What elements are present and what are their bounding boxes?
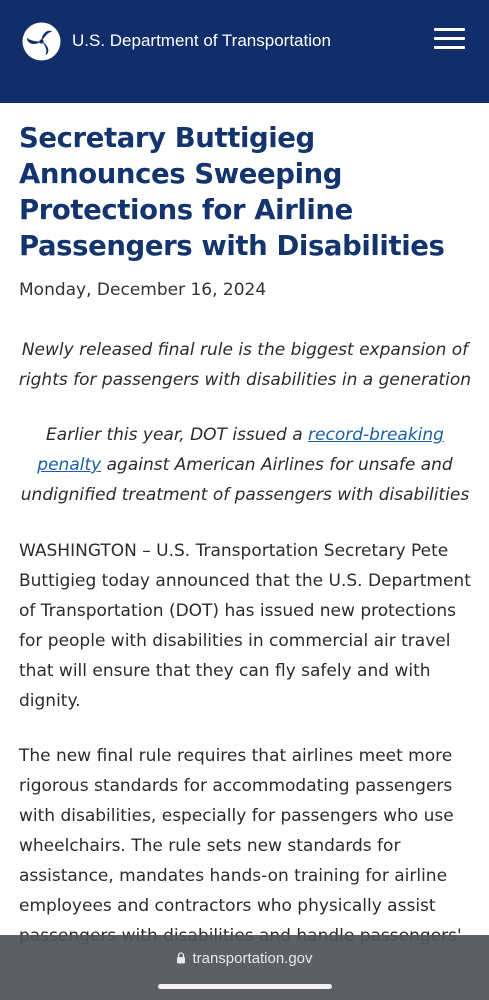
lock-icon xyxy=(176,952,186,964)
dot-logo-icon[interactable] xyxy=(22,22,61,61)
article-paragraph: WASHINGTON – U.S. Transportation Secreta… xyxy=(19,541,471,711)
menu-line xyxy=(434,46,465,49)
page: U.S. Department of Transportation Secret… xyxy=(0,0,489,1000)
site-header: U.S. Department of Transportation xyxy=(0,0,489,103)
url-text: transportation.gov xyxy=(192,950,313,967)
article-date: Monday, December 16, 2024 xyxy=(19,280,267,300)
article-title: Secretary Buttigieg Announces Sweeping P… xyxy=(19,122,445,262)
browser-address-bar[interactable]: transportation.gov xyxy=(0,935,489,1000)
article-subhead: Newly released final rule is the biggest… xyxy=(18,340,472,390)
article-paragraph: The new final rule requires that airline… xyxy=(19,746,462,946)
article-subhead-secondary: Earlier this year, DOT issued a record-b… xyxy=(13,420,477,510)
hamburger-menu-icon[interactable] xyxy=(430,24,468,54)
article: Secretary Buttigieg Announces Sweeping P… xyxy=(19,120,471,946)
subhead-text: Earlier this year, DOT issued a xyxy=(46,425,309,445)
menu-line xyxy=(434,37,465,40)
menu-line xyxy=(434,28,465,31)
org-name[interactable]: U.S. Department of Transportation xyxy=(72,30,331,52)
url-field[interactable]: transportation.gov xyxy=(0,950,489,968)
home-indicator[interactable] xyxy=(158,984,332,989)
